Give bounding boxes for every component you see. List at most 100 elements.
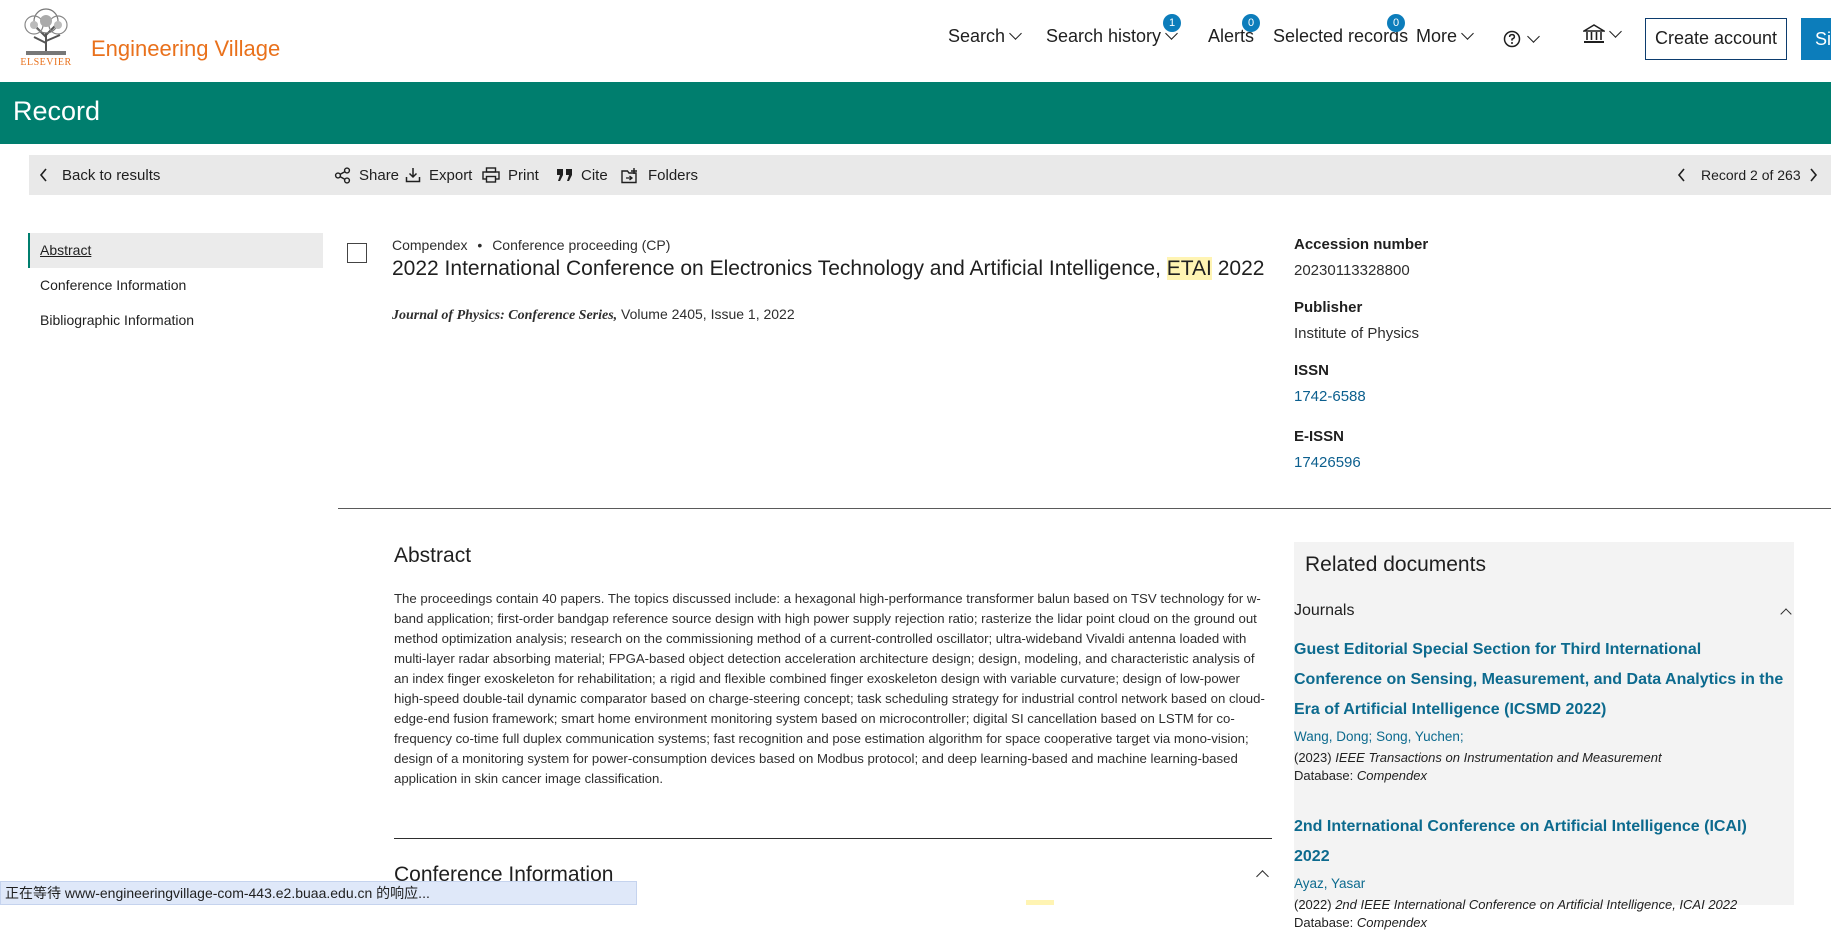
- related-doc: Guest Editorial Special Section for Thir…: [1294, 635, 1784, 783]
- nav-search-history[interactable]: Search history: [1046, 26, 1178, 47]
- page-title: Record: [13, 96, 101, 126]
- printer-icon: [482, 167, 500, 183]
- site-header: ELSEVIER Engineering Village Search Sear…: [0, 0, 1831, 82]
- nav-more-label: More: [1416, 26, 1458, 46]
- next-record-button[interactable]: [1808, 155, 1826, 195]
- chevron-up-icon[interactable]: [1256, 870, 1269, 883]
- create-account-button[interactable]: Create account: [1645, 18, 1787, 60]
- database-label: Compendex: [392, 237, 468, 253]
- journal-name: Journal of Physics: Conference Series,: [392, 308, 618, 323]
- browser-status-bar: 正在等待 www-engineeringvillage-com-443.e2.b…: [0, 881, 637, 905]
- record-meta-line: Compendex • Conference proceeding (CP): [392, 237, 670, 253]
- share-icon: [334, 166, 351, 184]
- sign-in-button[interactable]: Si: [1801, 18, 1831, 60]
- related-documents-heading: Related documents: [1305, 553, 1486, 576]
- eissn-link[interactable]: 17426596: [1294, 454, 1361, 471]
- database-name: Compendex: [1356, 915, 1427, 930]
- quote-icon: [557, 169, 572, 181]
- record-source: Journal of Physics: Conference Series, V…: [392, 306, 795, 324]
- issn-link[interactable]: 1742-6588: [1294, 388, 1366, 405]
- meta-separator: •: [477, 237, 483, 253]
- section-divider: [338, 508, 1831, 509]
- elsevier-wordmark: ELSEVIER: [20, 57, 72, 68]
- volume-issue: Volume 2405, Issue 1, 2022: [617, 306, 795, 322]
- accession-number-block: Accession number 20230113328800: [1294, 236, 1428, 279]
- nav-selected-records-label: Selected records: [1273, 26, 1409, 46]
- eissn-label: E-ISSN: [1294, 428, 1345, 445]
- print-label: Print: [508, 166, 539, 184]
- chevron-up-icon[interactable]: [1780, 608, 1792, 620]
- alerts-badge: 0: [1242, 14, 1260, 32]
- abstract-text: The proceedings contain 40 papers. The t…: [394, 591, 1265, 786]
- back-to-results-label: Back to results: [62, 166, 161, 184]
- nav-abstract[interactable]: Abstract: [28, 233, 323, 268]
- nav-more[interactable]: More: [1416, 26, 1474, 47]
- select-record-checkbox[interactable]: [347, 243, 367, 263]
- related-journals-toggle[interactable]: Journals: [1294, 602, 1354, 620]
- related-doc-database: Database: Compendex: [1294, 915, 1784, 930]
- export-label: Export: [429, 166, 473, 184]
- help-icon: [1503, 30, 1521, 48]
- institution-menu[interactable]: [1583, 24, 1622, 44]
- abstract-divider: [394, 838, 1272, 839]
- record-title: 2022 International Conference on Electro…: [392, 257, 1264, 281]
- publisher-label: Publisher: [1294, 299, 1363, 316]
- institution-icon: [1583, 24, 1605, 43]
- back-to-results-link[interactable]: Back to results: [39, 155, 160, 195]
- related-doc: 2nd International Conference on Artifici…: [1294, 812, 1784, 930]
- elsevier-logo[interactable]: ELSEVIER: [18, 7, 74, 68]
- folder-add-icon: [621, 167, 637, 183]
- related-doc-venue: IEEE Transactions on Instrumentation and…: [1335, 750, 1662, 765]
- help-menu[interactable]: [1503, 29, 1540, 48]
- folders-button[interactable]: Folders: [621, 155, 698, 195]
- elsevier-tree-icon: [18, 7, 74, 57]
- chevron-left-icon: [1677, 168, 1685, 182]
- folders-label: Folders: [648, 166, 699, 184]
- document-type: Conference proceeding (CP): [492, 237, 671, 253]
- database-label: Database:: [1294, 768, 1354, 783]
- accession-number-label: Accession number: [1294, 236, 1429, 253]
- share-button[interactable]: Share: [334, 155, 399, 195]
- search-history-badge: 1: [1163, 14, 1181, 32]
- nav-search[interactable]: Search: [948, 26, 1022, 47]
- related-doc-authors: Ayaz, Yasar: [1294, 876, 1784, 891]
- nav-conference-information[interactable]: Conference Information: [28, 268, 323, 303]
- issn-label: ISSN: [1294, 362, 1330, 379]
- page-banner: Record: [0, 82, 1831, 144]
- record-title-highlight: ETAI: [1166, 257, 1212, 280]
- record-section-nav: Abstract Conference Information Bibliogr…: [28, 233, 323, 338]
- export-button[interactable]: Export: [405, 155, 472, 195]
- author-link[interactable]: Ayaz, Yasar: [1294, 876, 1365, 891]
- chevron-right-icon: [1810, 168, 1818, 182]
- highlight-fragment: [1026, 900, 1054, 905]
- record-title-start: 2022 International Conference on Electro…: [392, 257, 1167, 280]
- cite-button[interactable]: Cite: [556, 155, 608, 195]
- publisher-value: Institute of Physics: [1294, 325, 1420, 342]
- download-icon: [405, 168, 421, 183]
- nav-bibliographic-information[interactable]: Bibliographic Information: [28, 303, 323, 338]
- chevron-down-icon: [1009, 27, 1022, 40]
- abstract-heading: Abstract: [394, 544, 472, 567]
- brand-name[interactable]: Engineering Village: [91, 36, 280, 62]
- share-label: Share: [359, 166, 400, 184]
- related-doc-year: (2023): [1294, 750, 1332, 765]
- nav-search-label: Search: [948, 26, 1006, 46]
- print-button[interactable]: Print: [482, 155, 539, 195]
- author-link[interactable]: Song, Yuchen;: [1376, 729, 1464, 744]
- record-position: Record 2 of 263: [1701, 167, 1801, 183]
- publisher-block: Publisher Institute of Physics: [1294, 299, 1419, 342]
- chevron-down-icon: [1461, 27, 1474, 40]
- related-doc-authors: Wang, Dong; Song, Yuchen;: [1294, 729, 1784, 744]
- related-doc-title-link[interactable]: Guest Editorial Special Section for Thir…: [1294, 635, 1784, 725]
- author-link[interactable]: Wang, Dong;: [1294, 729, 1372, 744]
- chevron-down-icon: [1609, 24, 1622, 38]
- related-doc-title-link[interactable]: 2nd International Conference on Artifici…: [1294, 812, 1784, 872]
- cite-label: Cite: [581, 166, 608, 184]
- record-title-end: 2022: [1211, 257, 1265, 280]
- nav-search-history-label: Search history: [1046, 26, 1162, 46]
- previous-record-button[interactable]: [1677, 155, 1695, 195]
- database-label: Database:: [1294, 915, 1354, 930]
- related-doc-source: (2023) IEEE Transactions on Instrumentat…: [1294, 750, 1784, 765]
- nav-selected-records[interactable]: Selected records: [1273, 26, 1408, 47]
- related-doc-database: Database: Compendex: [1294, 768, 1784, 783]
